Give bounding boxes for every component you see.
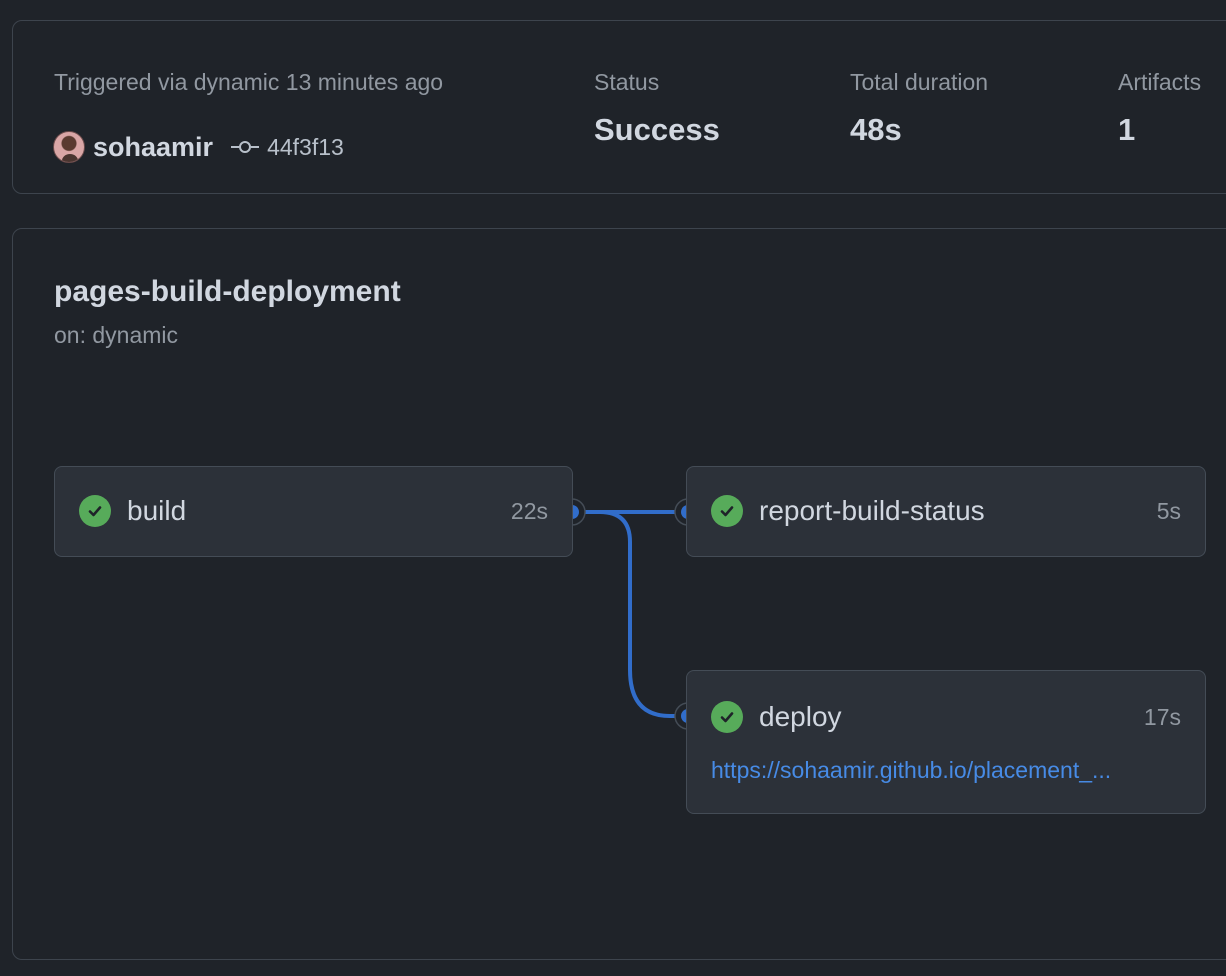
job-build[interactable]: build 22s [54, 466, 573, 557]
artifacts-label[interactable]: Artifacts [1118, 69, 1201, 96]
status-label: Status [594, 69, 660, 95]
duration-value: 48s [850, 112, 902, 147]
commit-sha-link[interactable]: 44f3f13 [267, 134, 344, 161]
trigger-label: Triggered via dynamic 13 minutes ago [54, 69, 444, 95]
workflow-name: pages-build-deployment [54, 275, 401, 308]
job-name: build [127, 495, 187, 526]
status-block: Status Success [594, 69, 720, 148]
trigger-info: Triggered via dynamic 13 minutes ago [54, 69, 443, 96]
job-duration: 17s [1143, 703, 1181, 730]
status-value: Success [594, 112, 720, 147]
check-circle-icon [79, 495, 111, 527]
job-report-build-status[interactable]: report-build-status 5s [686, 466, 1206, 557]
workflow-graph-card: pages-build-deployment on: dynamic [12, 228, 1226, 960]
actor-link[interactable]: sohaamir [93, 132, 213, 163]
duration-block: Total duration 48s [850, 69, 988, 148]
avatar[interactable] [53, 131, 85, 163]
workflow-trigger: on: dynamic [54, 322, 179, 348]
job-name: report-build-status [759, 495, 985, 526]
check-circle-icon [711, 701, 743, 733]
duration-label: Total duration [850, 69, 989, 95]
run-summary-card: Triggered via dynamic 13 minutes ago soh… [12, 20, 1226, 194]
artifacts-block: Artifacts 1 [1118, 69, 1201, 148]
actor-row: sohaamir 44f3f13 [13, 131, 344, 163]
artifacts-value[interactable]: 1 [1118, 112, 1201, 148]
job-duration: 22s [510, 497, 548, 524]
check-circle-icon [711, 495, 743, 527]
job-deploy[interactable]: deploy 17s https://sohaamir.github.io/pl… [686, 670, 1206, 814]
job-duration: 5s [1156, 497, 1181, 524]
deploy-url-link[interactable]: https://sohaamir.github.io/placement_... [711, 757, 1159, 784]
job-name: deploy [759, 701, 842, 732]
commit-icon [231, 140, 260, 154]
